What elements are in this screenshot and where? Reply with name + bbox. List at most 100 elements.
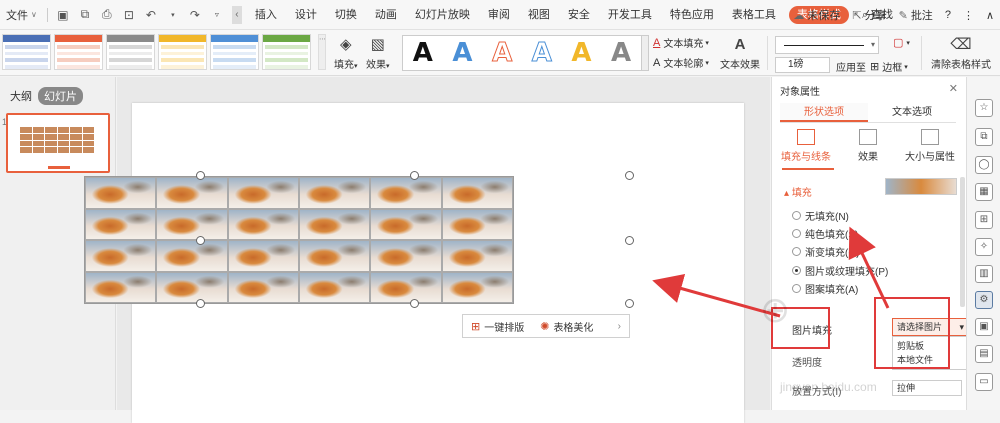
tab-insert[interactable]: 插入 [246,0,286,30]
table-cell[interactable] [156,240,228,272]
clear-table-style-button[interactable]: ⌫ 清除表格样式 [926,34,996,71]
text-art-orange-outline[interactable]: A [492,38,513,69]
text-outline-button[interactable]: A 文本轮廓 ▾ [653,55,709,71]
table-cell[interactable] [227,271,299,303]
table-cell[interactable] [227,177,299,209]
tab-text-options[interactable]: 文本选项 [868,103,956,122]
placement-select[interactable]: 拉伸 [892,380,962,396]
table-cell[interactable] [299,177,371,209]
animation-icon[interactable]: ✧ [975,238,993,256]
resize-handle-left[interactable] [196,236,205,245]
table-cell[interactable] [299,271,371,303]
tab-scroll-left-icon[interactable]: ‹ [231,5,242,24]
panel-scrollbar[interactable] [960,177,965,307]
tab-shape-options[interactable]: 形状选项 [780,103,868,122]
gallery-scroll[interactable]: ⋯ [318,34,326,70]
radio-gradient-fill[interactable]: 渐变填充(G) [792,244,859,259]
table-cell[interactable] [370,208,442,240]
resize-handle-bottom-right[interactable] [625,299,634,308]
print-icon[interactable]: ⎙ [99,7,115,23]
picture-table[interactable] [84,176,514,304]
more-icon[interactable]: ⋮ [957,9,980,22]
layout-icon[interactable]: ▤ [975,345,993,363]
tab-animation[interactable]: 动画 [366,0,406,30]
apply-to-button[interactable]: 应用至 [836,59,866,74]
table-cell[interactable] [441,208,513,240]
tab-security[interactable]: 安全 [559,0,599,30]
table-cell[interactable] [441,177,513,209]
table-cell[interactable] [370,271,442,303]
tab-review[interactable]: 审阅 [479,0,519,30]
slides-icon[interactable]: ▣ [975,318,993,336]
comment-button[interactable]: ✎ 批注 [893,7,939,23]
resize-handle-bottom-left[interactable] [196,299,205,308]
table-cell[interactable] [156,208,228,240]
undo-icon[interactable]: ↶ [143,7,159,23]
table-cell[interactable] [299,240,371,272]
table-cell[interactable] [156,177,228,209]
text-art-scroll[interactable] [641,35,649,71]
file-menu[interactable]: 文件 ∨ [0,0,43,30]
border-color-button[interactable]: ▢ ▾ [893,36,910,49]
subtab-effect[interactable]: 效果 [840,129,896,163]
line-style-select[interactable]: ▾ [775,36,879,54]
table-cell[interactable] [227,240,299,272]
tab-transition[interactable]: 切换 [326,0,366,30]
radio-picture-fill[interactable]: 图片或纹理填充(P) [792,263,888,278]
text-art-gray[interactable]: A [611,38,631,68]
text-fill-button[interactable]: A 文本填充 ▾ [653,35,709,51]
customize-icon[interactable]: ▿ [209,7,225,23]
table-cell[interactable] [441,271,513,303]
tab-features[interactable]: 特色应用 [661,0,723,30]
text-art-blue[interactable]: A [452,38,472,68]
fill-button[interactable]: ◈ 填充▾ [334,34,358,71]
tab-developer[interactable]: 开发工具 [599,0,661,30]
tab-table-tools[interactable]: 表格工具 [723,0,785,30]
effect-button[interactable]: ▧ 效果▾ [366,34,390,71]
share-button[interactable]: ⇱ 分享 [846,7,892,23]
border-button[interactable]: ⊞ 边框 ▾ [870,59,908,74]
slide-thumbnail[interactable] [6,113,110,173]
table-cell[interactable] [227,208,299,240]
table-style-swatch-gray[interactable] [106,34,155,70]
tab-outline[interactable]: 大纲 [10,88,32,104]
table-cell[interactable] [85,240,157,272]
one-click-layout-button[interactable]: ⊞ 一键排版 [463,319,532,334]
table-style-swatch-blue[interactable] [2,34,51,70]
tab-view[interactable]: 视图 [519,0,559,30]
subtab-fill-line[interactable]: 填充与线条 [778,129,834,163]
pin-icon[interactable]: ☆ [975,99,993,117]
window-icon[interactable]: ▭ [975,373,993,391]
table-cell[interactable] [299,208,371,240]
fill-section-header[interactable]: ▴ 填充 [784,184,812,199]
radio-no-fill[interactable]: 无填充(N) [792,208,849,223]
chart-icon[interactable]: ▥ [975,265,993,283]
table-cell[interactable] [85,177,157,209]
radio-solid-fill[interactable]: 纯色填充(S) [792,226,858,241]
table-cell[interactable] [370,177,442,209]
table-cell[interactable] [85,208,157,240]
text-effect-button[interactable]: A 文本效果 [720,34,760,72]
resize-handle-right[interactable] [625,236,634,245]
shapes-icon[interactable]: ◯ [975,156,993,174]
save-icon[interactable]: ▣ [55,7,71,23]
subtab-size-properties[interactable]: 大小与属性 [902,129,958,163]
preview-icon[interactable]: ⊡ [121,7,137,23]
undo-dropdown-icon[interactable]: ▾ [165,7,181,23]
tab-slides[interactable]: 幻灯片 [38,87,83,105]
export-icon[interactable]: ⧉ [77,7,93,23]
help-button[interactable]: ? [939,9,957,21]
collapse-ribbon-icon[interactable]: ∧ [980,9,1000,22]
text-art-black[interactable]: A [413,38,433,68]
tab-slideshow[interactable]: 幻灯片放映 [406,0,479,30]
text-art-blue-outline[interactable]: A [531,38,552,69]
table-cell[interactable] [85,271,157,303]
image-icon[interactable]: ▦ [975,183,993,201]
settings-icon[interactable]: ⚙ [975,291,993,309]
redo-icon[interactable]: ↷ [187,7,203,23]
resize-handle-bottom[interactable] [410,299,419,308]
table-style-swatch-orange[interactable] [54,34,103,70]
table-style-swatch-yellow[interactable] [158,34,207,70]
table-cell[interactable] [441,240,513,272]
resize-handle-top-right[interactable] [625,171,634,180]
